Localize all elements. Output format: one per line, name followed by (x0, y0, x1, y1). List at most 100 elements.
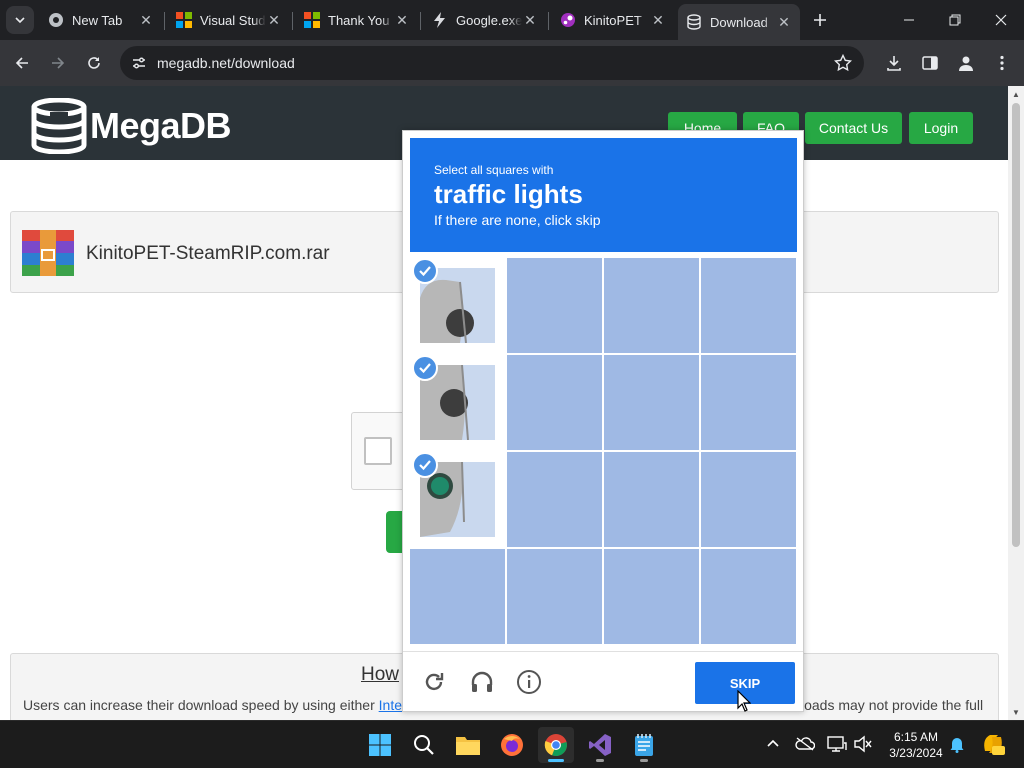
kebab-menu-icon[interactable] (991, 52, 1013, 74)
captcha-tile[interactable] (701, 452, 796, 547)
challenge-subtitle: If there are none, click skip (434, 212, 601, 228)
url-text: megadb.net/download (157, 55, 295, 71)
scroll-thumb[interactable] (1012, 103, 1020, 547)
show-hidden-icons-chevron-icon[interactable] (762, 733, 784, 755)
firefox-button[interactable] (494, 727, 530, 763)
nav-contact[interactable]: Contact Us (805, 112, 902, 144)
close-icon[interactable]: ✕ (650, 12, 666, 28)
system-clock[interactable]: 6:15 AM 3/23/2024 (880, 729, 952, 761)
chrome-taskbar-button[interactable] (538, 727, 574, 763)
volume-muted-icon[interactable] (852, 733, 874, 755)
tab-title: Thank You (328, 12, 390, 28)
notepad-button[interactable] (626, 727, 662, 763)
captcha-tile[interactable] (507, 452, 602, 547)
tab-thank-you[interactable]: Thank You ✕ (296, 4, 418, 36)
visual-studio-icon (589, 734, 611, 756)
tab-visual-studio[interactable]: Visual Studio ✕ (168, 4, 290, 36)
captcha-tile[interactable] (701, 258, 796, 353)
tab-title: KinitoPET (584, 12, 642, 28)
clock-date: 3/23/2024 (889, 746, 943, 760)
tab-title: Download (710, 14, 768, 30)
notepad-icon (635, 734, 653, 756)
logo-text: MegaDB (90, 105, 232, 146)
profile-avatar-icon[interactable] (955, 52, 977, 74)
close-icon[interactable]: ✕ (776, 14, 792, 30)
arrow-right-icon (52, 57, 65, 69)
tab-new-tab[interactable]: New Tab ✕ (40, 4, 162, 36)
chrome-icon (544, 734, 567, 757)
captcha-tile-selected[interactable] (410, 258, 505, 353)
checkmark-icon (412, 355, 438, 381)
visual-studio-button[interactable] (582, 727, 618, 763)
database-icon (686, 14, 702, 30)
captcha-tile[interactable] (604, 452, 699, 547)
captcha-tile[interactable] (604, 355, 699, 450)
page-scrollbar[interactable]: ▲ ▼ (1008, 86, 1024, 720)
forward-button[interactable] (44, 49, 72, 77)
captcha-tile[interactable] (701, 355, 796, 450)
onedrive-icon[interactable] (794, 733, 816, 755)
bolt-icon (432, 12, 448, 28)
challenge-header: Select all squares with traffic lights I… (410, 138, 797, 252)
new-tab-button[interactable] (806, 6, 834, 34)
challenge-grid (410, 258, 797, 645)
scroll-down-arrow-icon[interactable]: ▼ (1008, 704, 1024, 720)
file-name: KinitoPET-SteamRIP.com.rar (86, 243, 330, 264)
address-bar[interactable]: megadb.net/download (120, 46, 864, 80)
close-icon[interactable]: ✕ (138, 12, 154, 28)
close-icon[interactable]: ✕ (266, 12, 282, 28)
scroll-up-arrow-icon[interactable]: ▲ (1008, 86, 1024, 102)
tab-separator (292, 12, 293, 30)
reload-button[interactable] (80, 49, 108, 77)
close-icon[interactable]: ✕ (522, 12, 538, 28)
captcha-tile[interactable] (410, 549, 505, 644)
captcha-tile-selected[interactable] (410, 452, 505, 547)
close-icon[interactable]: ✕ (394, 12, 410, 28)
side-panel-icon[interactable] (919, 52, 941, 74)
restore-icon (949, 14, 961, 26)
tab-search-button[interactable] (6, 6, 34, 34)
reload-challenge-icon[interactable] (420, 668, 448, 696)
display-icon[interactable] (826, 733, 848, 755)
bookmark-star-icon[interactable] (832, 52, 854, 74)
copilot-preview-icon[interactable] (980, 731, 1006, 757)
megadb-logo-icon (31, 98, 87, 154)
tab-kinitopet[interactable]: KinitoPET ✕ (552, 4, 674, 36)
restore-button[interactable] (932, 0, 978, 40)
captcha-tile[interactable] (604, 549, 699, 644)
running-indicator (596, 759, 604, 762)
tab-separator (548, 12, 549, 30)
checkmark-icon (412, 452, 438, 478)
start-button[interactable] (362, 727, 398, 763)
howto-title: How (361, 664, 400, 685)
howto-text-right: loads may not provide the full (801, 697, 984, 713)
running-indicator (640, 759, 648, 762)
captcha-tile-selected[interactable] (410, 355, 505, 450)
active-indicator (548, 759, 564, 762)
tab-google-exe[interactable]: Google.exe ✕ (424, 4, 546, 36)
search-button[interactable] (406, 727, 442, 763)
folder-icon (456, 737, 480, 755)
tab-download[interactable]: Download ✕ (678, 4, 800, 40)
reload-icon (88, 57, 100, 69)
headphones-icon[interactable] (468, 668, 496, 696)
tab-separator (164, 12, 165, 30)
close-window-button[interactable] (978, 0, 1024, 40)
nav-login[interactable]: Login (909, 112, 973, 144)
captcha-tile[interactable] (507, 355, 602, 450)
captcha-tile[interactable] (507, 258, 602, 353)
back-button[interactable] (8, 49, 36, 77)
file-explorer-button[interactable] (450, 727, 486, 763)
captcha-tile[interactable] (604, 258, 699, 353)
tab-title: Google.exe (456, 12, 522, 28)
captcha-tile[interactable] (701, 549, 796, 644)
site-logo[interactable]: MegaDB (30, 98, 232, 154)
minimize-button[interactable] (886, 0, 932, 40)
notification-bell-icon[interactable] (946, 733, 968, 755)
mouse-cursor-icon (737, 690, 751, 712)
downloads-icon[interactable] (883, 52, 905, 74)
recaptcha-checkbox[interactable] (364, 437, 392, 465)
captcha-tile[interactable] (507, 549, 602, 644)
site-info-icon[interactable] (128, 52, 150, 74)
info-icon[interactable] (515, 668, 543, 696)
